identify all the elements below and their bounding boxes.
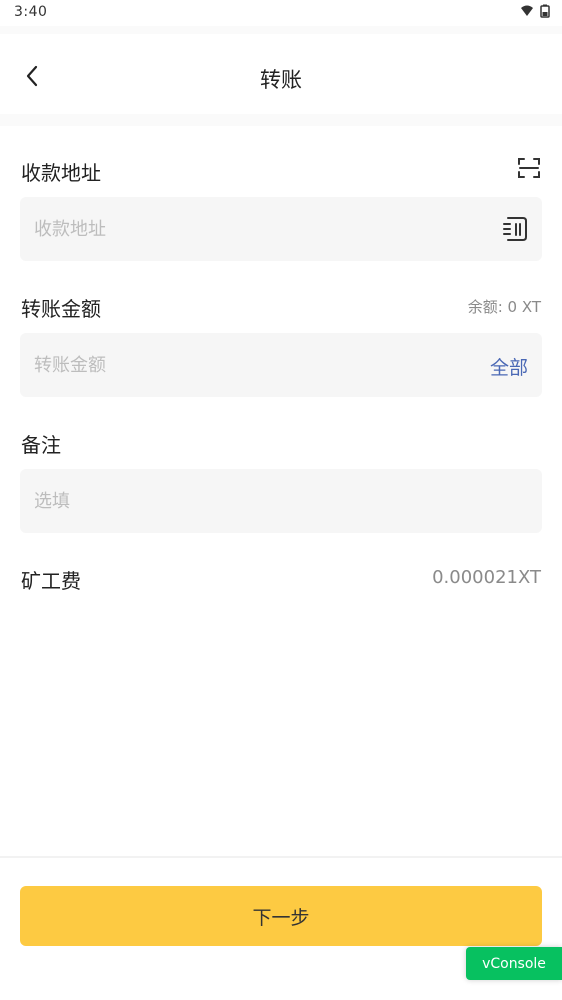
- amount-input[interactable]: [34, 333, 474, 397]
- address-label: 收款地址: [21, 161, 101, 185]
- fee-label: 矿工费: [21, 569, 81, 593]
- memo-input[interactable]: [34, 469, 474, 533]
- status-time: 3:40: [14, 4, 48, 20]
- status-icons: [520, 4, 550, 18]
- address-input[interactable]: [34, 197, 474, 261]
- fee-value: 0.000021XT: [432, 567, 541, 588]
- all-amount-button[interactable]: 全部: [490, 353, 528, 380]
- balance-text: 余额: 0 XT: [467, 298, 541, 316]
- status-bar: 3:40: [0, 0, 562, 26]
- address-book-icon[interactable]: [502, 216, 528, 242]
- battery-icon: [540, 4, 550, 18]
- footer-divider: [0, 856, 562, 858]
- amount-label: 转账金额: [21, 297, 101, 321]
- nav-bar: 转账: [0, 34, 562, 114]
- scan-icon[interactable]: [517, 156, 541, 180]
- address-field: [20, 197, 542, 261]
- memo-field: [20, 469, 542, 533]
- wifi-icon: [521, 5, 533, 16]
- next-step-button[interactable]: 下一步: [20, 886, 542, 946]
- vconsole-button[interactable]: vConsole: [466, 947, 562, 980]
- memo-label: 备注: [21, 433, 61, 457]
- transfer-form: 收款地址 转账金额 余额: 0 XT 全部 备注 矿工费 0.000021XT: [0, 126, 562, 856]
- page-title: 转账: [260, 68, 302, 92]
- amount-field: 全部: [20, 333, 542, 397]
